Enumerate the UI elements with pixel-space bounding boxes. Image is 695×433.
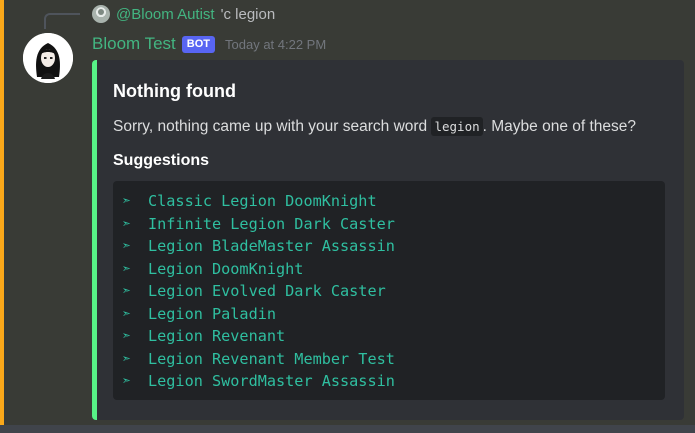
field-name: Suggestions <box>113 152 210 169</box>
arrow-icon: ➣ <box>122 237 132 255</box>
arrow-icon: ➣ <box>122 327 132 345</box>
suggestion-text: Legion BladeMaster Assassin <box>148 237 395 255</box>
arrow-icon: ➣ <box>122 372 132 390</box>
arrow-icon: ➣ <box>122 259 132 278</box>
message-header: Bloom Test BOT Today at 4:22 PM <box>92 33 326 55</box>
suggestions-code-block: ➣ Classic Legion DoomKnight ➣ Infinite Leg… <box>113 181 665 400</box>
avatar-image <box>23 33 73 83</box>
reply-text[interactable]: 'c legion <box>221 6 276 23</box>
embed-title: Nothing found <box>113 81 236 101</box>
arrow-icon: ➣ <box>122 282 132 300</box>
description-text-before: Sorry, nothing came up with your search … <box>113 118 432 135</box>
suggestion-text: Legion Revenant <box>148 327 286 345</box>
author-name[interactable]: Bloom Test <box>92 34 176 54</box>
arrow-icon: ➣ <box>122 192 132 210</box>
embed: Nothing found Sorry, nothing came up wit… <box>92 60 684 420</box>
suggestion-line: ➣ Classic Legion DoomKnight <box>122 190 665 213</box>
bot-badge: BOT <box>181 35 216 53</box>
suggestion-line: ➣ Legion Evolved Dark Caster <box>122 280 665 303</box>
timestamp[interactable]: Today at 4:22 PM <box>225 37 326 52</box>
arrow-icon: ➣ <box>122 349 132 368</box>
suggestion-line: ➣ Legion SwordMaster Assassin <box>122 370 665 393</box>
suggestion-text: Legion SwordMaster Assassin <box>148 372 395 390</box>
reply-context[interactable]: @Bloom Autist 'c legion <box>92 4 275 24</box>
suggestion-text: Legion Revenant Member Test <box>148 349 395 368</box>
suggestion-line: ➣ Legion Revenant <box>122 325 665 348</box>
suggestion-text: Legion DoomKnight <box>148 259 304 278</box>
suggestion-line: ➣ Legion BladeMaster Assassin <box>122 235 665 258</box>
suggestion-text: Legion Paladin <box>148 304 277 323</box>
next-message-edge <box>0 425 695 433</box>
suggestion-line: ➣ Legion DoomKnight <box>122 258 665 281</box>
suggestion-text: Classic Legion DoomKnight <box>148 192 377 210</box>
arrow-icon: ➣ <box>122 304 132 323</box>
reply-spine <box>44 13 80 29</box>
suggestion-line: ➣ Infinite Legion Dark Caster <box>122 213 665 236</box>
reply-username[interactable]: @Bloom Autist <box>116 6 215 23</box>
suggestion-text: Infinite Legion Dark Caster <box>148 214 395 233</box>
embed-color-stripe <box>92 60 97 420</box>
arrow-icon: ➣ <box>122 214 132 233</box>
description-text-after: . Maybe one of these? <box>482 118 637 135</box>
search-word-code: legion <box>431 117 483 136</box>
reply-avatar[interactable] <box>92 5 110 23</box>
avatar[interactable] <box>23 33 73 83</box>
suggestion-line: ➣ Legion Paladin <box>122 303 665 326</box>
suggestion-line: ➣ Legion Revenant Member Test <box>122 348 665 371</box>
suggestion-text: Legion Evolved Dark Caster <box>148 282 386 300</box>
embed-description: Sorry, nothing came up with your search … <box>113 117 637 136</box>
